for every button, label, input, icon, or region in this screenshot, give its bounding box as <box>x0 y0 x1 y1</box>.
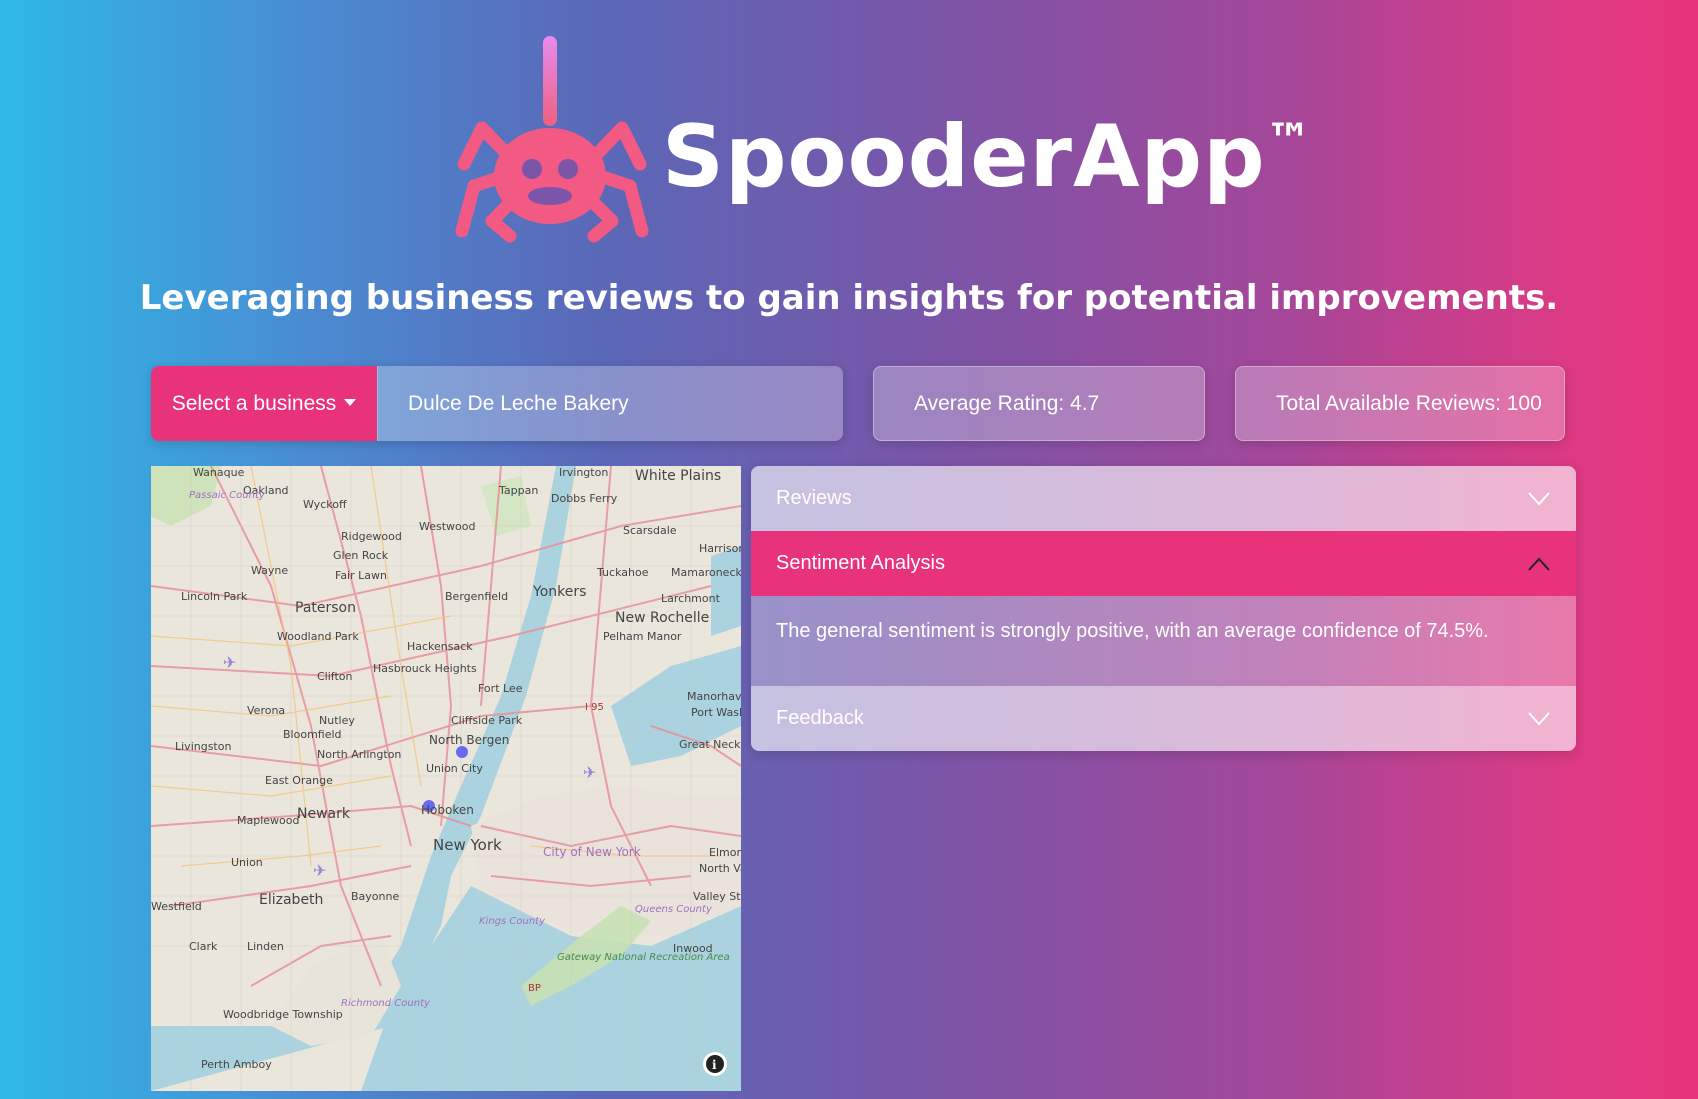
airport-icon: ✈ <box>313 861 326 880</box>
accordion-sentiment-body: The general sentiment is strongly positi… <box>751 596 1576 686</box>
map-label: Fair Lawn <box>335 569 387 582</box>
accordion-feedback-title: Feedback <box>776 707 864 729</box>
tagline: Leveraging business reviews to gain insi… <box>139 278 1559 318</box>
map-label: Paterson <box>295 600 356 616</box>
map-label: Bayonne <box>351 890 399 903</box>
map-label: North Arlington <box>317 748 401 761</box>
map-label: Lincoln Park <box>181 590 248 603</box>
total-reviews-box: Total Available Reviews: 100 <box>1235 366 1565 441</box>
map-label: Union <box>231 856 263 869</box>
accordion-feedback-header[interactable]: Feedback <box>751 686 1576 751</box>
map-label: Fort Lee <box>478 682 523 695</box>
select-business-button[interactable]: Select a business <box>151 366 377 441</box>
business-marker[interactable] <box>456 746 468 758</box>
map-label: New Rochelle <box>615 610 709 626</box>
map-label: Passaic County <box>189 490 266 501</box>
map-label: New York <box>433 836 502 854</box>
map-label: Tappan <box>498 484 538 497</box>
map-label: Bloomfield <box>283 728 342 741</box>
map-label: Cliffside Park <box>451 714 523 727</box>
airport-icon: ✈ <box>583 763 596 782</box>
map-label: Irvington <box>559 466 608 479</box>
map-label: Clark <box>189 940 218 953</box>
map-label: Wyckoff <box>303 498 347 511</box>
map-label: North Bergen <box>429 733 509 747</box>
caret-down-icon <box>344 398 357 406</box>
map-label: Livingston <box>175 740 231 753</box>
map-label: Clifton <box>317 670 353 683</box>
average-rating-box: Average Rating: 4.7 <box>873 366 1205 441</box>
map-label: Gateway National Recreation Area <box>557 952 730 963</box>
map-label: Dobbs Ferry <box>551 492 618 505</box>
map-label: Woodland Park <box>277 630 359 643</box>
map-label: White Plains <box>635 468 721 484</box>
map-label: Larchmont <box>661 592 721 605</box>
map-label: Port Washington <box>691 706 741 719</box>
map-label: Perth Amboy <box>201 1058 272 1071</box>
map-label: Westfield <box>151 900 202 913</box>
accordion-sentiment-header[interactable]: Sentiment Analysis <box>751 531 1576 596</box>
selected-business-field[interactable]: Dulce De Leche Bakery <box>377 366 843 441</box>
map-label: Scarsdale <box>623 524 677 537</box>
map-label: Wayne <box>251 564 288 577</box>
map-label: Union City <box>426 762 483 775</box>
map-label: Newark <box>297 806 351 822</box>
accordion-reviews-title: Reviews <box>776 487 852 509</box>
map-view[interactable]: ✈ ✈ ✈ Wanaque Oakland Passaic County Wyc… <box>151 466 741 1091</box>
svg-text:i: i <box>712 1058 717 1072</box>
info-icon[interactable]: i <box>703 1052 727 1076</box>
map-label: Mamaroneck <box>671 566 741 579</box>
map-label: Elizabeth <box>259 892 323 908</box>
map-label: Glen Rock <box>333 549 389 562</box>
map-label: Richmond County <box>341 998 431 1009</box>
map-label: East Orange <box>265 774 333 787</box>
map-label: City of New York <box>543 845 641 859</box>
map-label: Hasbrouck Heights <box>373 662 477 675</box>
app-logo: SpooderApp™ <box>452 36 1312 246</box>
chevron-up-icon <box>1528 557 1550 571</box>
select-business-label: Select a business <box>171 391 337 415</box>
map-label: Verona <box>247 704 285 717</box>
map-label: Hoboken <box>421 803 474 817</box>
map-label: Ridgewood <box>341 530 402 543</box>
map-label: Yonkers <box>532 584 586 600</box>
business-select-group: Select a business Dulce De Leche Bakery <box>151 366 843 441</box>
chevron-down-icon <box>1528 711 1550 725</box>
map-label: Kings County <box>479 916 546 927</box>
map-label: Wanaque <box>193 466 245 479</box>
map-label: Valley Stream <box>693 890 741 903</box>
app-title: SpooderApp™ <box>662 107 1313 207</box>
map-label: I 95 <box>585 702 604 713</box>
map-label: Nutley <box>319 714 355 727</box>
map-label: Tuckahoe <box>596 566 649 579</box>
airport-icon: ✈ <box>223 653 236 672</box>
map-label: Great Neck <box>679 738 741 751</box>
map-label: Westwood <box>419 520 475 533</box>
map-label: Linden <box>247 940 284 953</box>
map-label: BP <box>528 983 541 994</box>
map-label: Pelham Manor <box>603 630 682 643</box>
chevron-down-icon <box>1528 491 1550 505</box>
accordion-reviews-header[interactable]: Reviews <box>751 466 1576 531</box>
map-label: Manorhaven <box>687 690 741 703</box>
accordion-sentiment-title: Sentiment Analysis <box>776 552 945 574</box>
map-label: North Valley Stream <box>699 862 741 875</box>
map-label: Bergenfield <box>445 590 508 603</box>
spider-icon <box>455 36 649 243</box>
map-label: Hackensack <box>407 640 473 653</box>
map-label: Elmont <box>709 846 741 859</box>
map-label: Maplewood <box>237 814 299 827</box>
map-label: Woodbridge Township <box>223 1008 343 1021</box>
map-label: Harrison <box>699 542 741 555</box>
insights-accordion: Reviews Sentiment Analysis The general s… <box>751 466 1576 751</box>
map-label: Queens County <box>635 904 713 915</box>
